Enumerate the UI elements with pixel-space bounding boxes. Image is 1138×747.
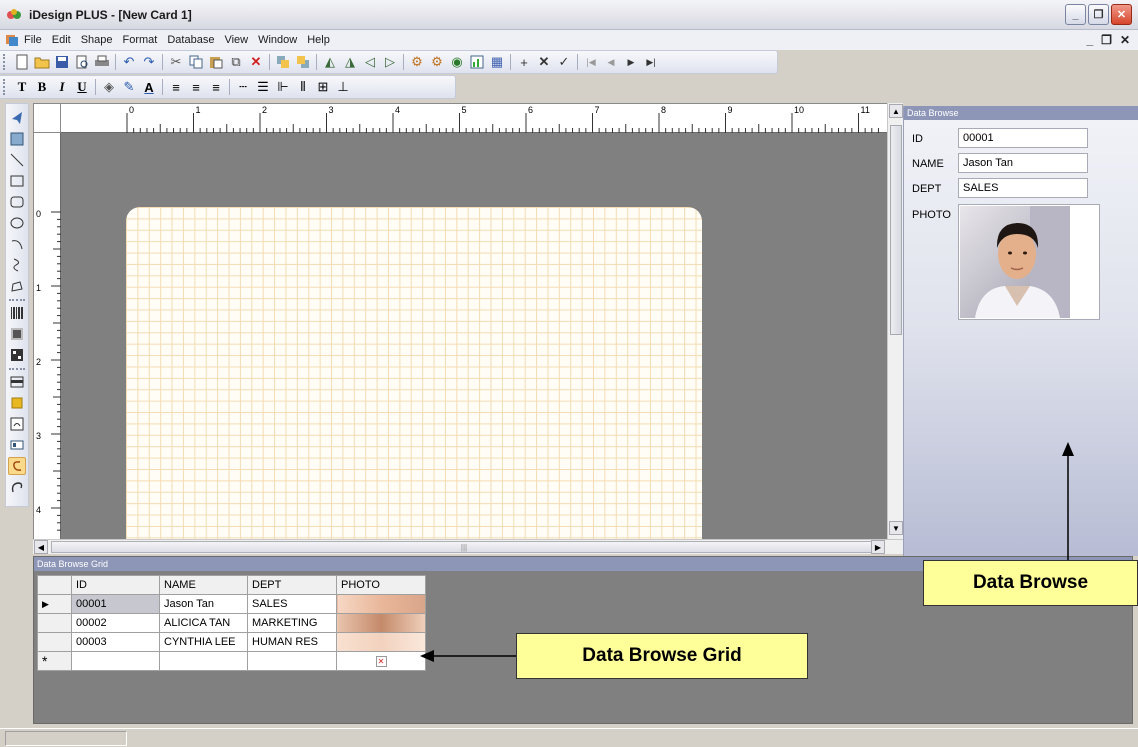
data-browse-callout: Data Browse [923, 560, 1138, 606]
data-browse-grid-callout: Data Browse Grid [516, 633, 808, 679]
arrow-to-data-browse-head [1062, 442, 1074, 456]
arrow-to-grid-head [420, 650, 434, 662]
